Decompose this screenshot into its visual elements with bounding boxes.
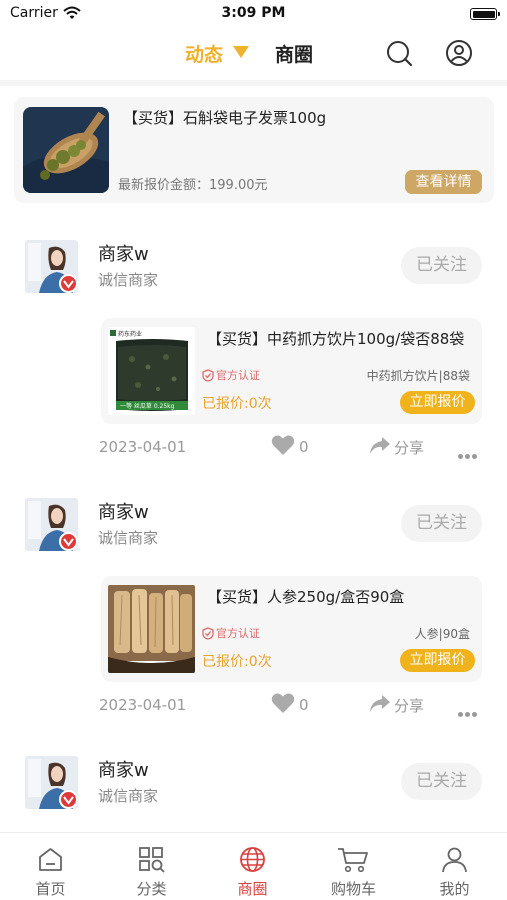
merchant-name: 商家w	[98, 244, 149, 265]
share-icon[interactable]	[369, 435, 391, 455]
avatar[interactable]	[25, 498, 78, 551]
merchant-name: 商家w	[98, 760, 149, 781]
merchant-subtitle: 诚信商家	[98, 529, 159, 547]
status-bar: Carrier 3:09 PM	[0, 0, 507, 28]
app-screen: Carrier 3:09 PM 动态 商圈 【买货】石斛袋电子发票100g 最新…	[0, 0, 507, 900]
tab-market[interactable]: 商圈	[202, 833, 303, 900]
merchant-subtitle: 诚信商家	[98, 271, 159, 289]
svg-text:药东药业: 药东药业	[118, 330, 142, 338]
follow-button[interactable]: 已关注	[401, 763, 482, 800]
tab-label: 我的	[439, 880, 470, 898]
share-icon[interactable]	[369, 693, 391, 713]
verified-badge-icon	[59, 532, 78, 551]
merchant-name: 商家w	[98, 502, 149, 523]
featured-card[interactable]: 【买货】石斛袋电子发票100g 最新报价金额：199.00元 查看详情	[14, 97, 494, 203]
share-label[interactable]: 分享	[394, 437, 424, 458]
follow-button[interactable]: 已关注	[401, 247, 482, 284]
follow-button[interactable]: 已关注	[401, 505, 482, 542]
tab-cart[interactable]: 购物车	[303, 833, 404, 900]
avatar[interactable]	[25, 756, 78, 809]
shield-icon	[202, 369, 214, 382]
battery-icon	[470, 8, 500, 20]
more-icon[interactable]	[458, 444, 480, 459]
like-count: 0	[299, 696, 309, 714]
globe-icon	[240, 847, 265, 872]
featured-product-image	[23, 107, 109, 193]
svg-text:一等 丝瓜草 0.25kg: 一等 丝瓜草 0.25kg	[120, 402, 175, 410]
product-image	[108, 585, 195, 673]
profile-icon	[442, 847, 467, 873]
share-label[interactable]: 分享	[394, 695, 424, 716]
featured-price: 最新报价金额：199.00元	[118, 178, 268, 193]
official-label: 官方认证	[216, 369, 260, 382]
user-icon[interactable]	[445, 39, 473, 67]
cart-icon	[338, 848, 368, 873]
home-icon	[39, 848, 62, 871]
item-title: 【买货】人参250g/盒否90盒	[207, 588, 405, 606]
item-tags: 中药抓方饮片|88袋	[366, 369, 470, 383]
like-count: 0	[299, 438, 309, 456]
quote-now-button[interactable]: 立即报价	[400, 391, 475, 414]
clock: 3:09 PM	[221, 5, 286, 21]
tab-label: 分类	[136, 880, 167, 898]
shield-icon	[202, 627, 214, 640]
quote-count: 已报价:0次	[202, 654, 272, 670]
item-card[interactable]: 药东药业 一等 丝瓜草 0.25kg 【买货】中药抓方饮片100g/袋否88袋 …	[101, 318, 482, 424]
tab-profile[interactable]: 我的	[404, 833, 505, 900]
divider	[0, 80, 507, 86]
search-icon[interactable]	[385, 39, 413, 67]
tab-label: 首页	[35, 880, 66, 898]
quote-count: 已报价:0次	[202, 396, 272, 412]
chevron-down-icon[interactable]	[233, 46, 249, 58]
view-detail-button[interactable]: 查看详情	[405, 170, 482, 194]
top-nav: 动态 商圈	[0, 28, 507, 80]
verified-badge-icon	[59, 274, 78, 293]
official-certified: 官方认证	[202, 367, 260, 383]
official-certified: 官方认证	[202, 625, 260, 641]
product-image: 药东药业 一等 丝瓜草 0.25kg	[108, 327, 195, 415]
avatar[interactable]	[25, 240, 78, 293]
item-title: 【买货】中药抓方饮片100g/袋否88袋	[207, 330, 465, 348]
tab-label: 购物车	[330, 880, 376, 898]
category-icon	[139, 847, 165, 873]
featured-title: 【买货】石斛袋电子发票100g	[123, 109, 327, 127]
bottom-tabbar: 首页 分类 商圈 购物车 我的	[0, 832, 507, 900]
tab-category[interactable]: 分类	[101, 833, 202, 900]
merchant-subtitle: 诚信商家	[98, 787, 159, 805]
heart-icon[interactable]	[271, 434, 295, 456]
quote-now-button[interactable]: 立即报价	[400, 649, 475, 672]
verified-badge-icon	[59, 790, 78, 809]
tab-label: 商圈	[237, 880, 268, 898]
post-date: 2023-04-01	[99, 438, 187, 456]
item-card[interactable]: 【买货】人参250g/盒否90盒 官方认证 人参|90盒 已报价:0次 立即报价	[101, 576, 482, 682]
heart-icon[interactable]	[271, 692, 295, 714]
item-tags: 人参|90盒	[414, 627, 470, 641]
tab-dynamic[interactable]: 动态	[185, 40, 223, 67]
tab-market[interactable]: 商圈	[275, 40, 313, 67]
tab-home[interactable]: 首页	[0, 833, 101, 900]
post-date: 2023-04-01	[99, 696, 187, 714]
more-icon[interactable]	[458, 702, 480, 717]
official-label: 官方认证	[216, 627, 260, 640]
